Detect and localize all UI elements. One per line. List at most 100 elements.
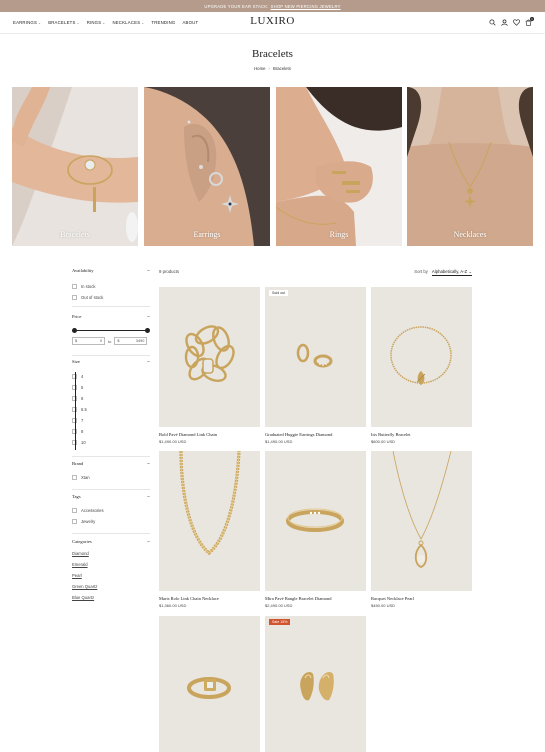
category-tile-earrings[interactable]: Earrings: [144, 87, 270, 246]
chevron-down-icon: ⌄: [468, 269, 472, 274]
necklaces-image: [407, 87, 533, 246]
filter-header[interactable]: Size −: [72, 359, 150, 366]
product-image[interactable]: [371, 451, 472, 591]
announcement-text: UPGRADE YOUR EAR STACK:: [204, 3, 269, 9]
category-link[interactable]: Emerald: [72, 562, 150, 573]
product-image[interactable]: Sold out: [265, 287, 366, 427]
product-name[interactable]: Bold Pavé Diamond Link Chain: [159, 432, 260, 437]
category-label: Bracelets: [60, 230, 90, 239]
category-label: Earrings: [193, 230, 221, 239]
breadcrumb-home[interactable]: Home: [254, 66, 265, 71]
divider: [72, 355, 150, 356]
filter-option-size[interactable]: 10: [72, 437, 150, 448]
filter-option-size[interactable]: 7: [72, 415, 150, 426]
product-price: $450.00 USD: [371, 603, 396, 608]
product-image[interactable]: Sale 15%: [265, 616, 366, 752]
filter-header[interactable]: Tags −: [72, 494, 150, 501]
category-link[interactable]: Blue Quartz: [72, 595, 150, 606]
checkbox[interactable]: [72, 295, 77, 300]
filter-header[interactable]: Availability −: [72, 268, 150, 275]
site-header: EARRINGS⌄ BRACELETS⌄ RINGS⌄ NECKLACES⌄ T…: [0, 12, 545, 34]
filter-header[interactable]: Brand −: [72, 461, 150, 468]
product-image[interactable]: [159, 287, 260, 427]
filter-availability: Availability − In stock Out of stock: [72, 268, 150, 303]
product-card[interactable]: Sold out Graduated Huggie Earrings Diamo…: [265, 287, 366, 444]
collapse-icon[interactable]: −: [147, 539, 150, 546]
product-image[interactable]: [371, 287, 472, 427]
category-label: Rings: [329, 230, 349, 239]
price-range-slider[interactable]: [72, 327, 150, 333]
checkbox[interactable]: [72, 284, 77, 289]
checkbox[interactable]: [72, 508, 77, 513]
product-image[interactable]: [159, 451, 260, 591]
product-card[interactable]: Mira Pavé Bangle Bracelet Diamond $2,490…: [265, 451, 366, 608]
filter-categories: Categories − Diamond Emerald Pearl Green …: [72, 539, 150, 606]
wishlist-icon[interactable]: [512, 18, 520, 26]
category-link[interactable]: Green Quartz: [72, 584, 150, 595]
product-image[interactable]: [265, 451, 366, 591]
filter-option-size[interactable]: 6: [72, 393, 150, 404]
search-icon[interactable]: [488, 18, 496, 26]
product-card[interactable]: Maris Rolo Link Chain Necklace $1,360.00…: [159, 451, 260, 608]
cart-icon[interactable]: 0: [524, 17, 534, 26]
logo[interactable]: LUXIRO: [0, 15, 545, 27]
product-price: $1,490.00 USD: [265, 439, 293, 444]
collapse-icon[interactable]: −: [147, 461, 150, 468]
product-card[interactable]: Bold Pavé Diamond Link Chain $1,490.00 U…: [159, 287, 260, 444]
slider-max-handle[interactable]: [145, 327, 150, 333]
category-tile-necklaces[interactable]: Necklaces: [407, 87, 533, 246]
cart-count-badge: 0: [530, 17, 534, 21]
filter-header[interactable]: Price −: [72, 314, 150, 321]
bracelets-image: [12, 87, 138, 246]
category-link[interactable]: Diamond: [72, 551, 150, 562]
announcement-link[interactable]: SHOP NEW PIERCING JEWELRY: [271, 4, 341, 9]
price-inputs: $0 to $3490: [72, 337, 150, 345]
filter-option-size[interactable]: 8: [72, 426, 150, 437]
product-card[interactable]: Iris Butterfly Bracelet $600.00 USD: [371, 287, 472, 444]
category-link[interactable]: Pearl: [72, 573, 150, 584]
sold-out-badge: Sold out: [269, 290, 289, 296]
product-name[interactable]: Maris Rolo Link Chain Necklace: [159, 596, 260, 601]
category-label: Necklaces: [453, 230, 487, 239]
product-image[interactable]: [159, 616, 260, 752]
product-name[interactable]: Iris Butterfly Bracelet: [371, 432, 472, 437]
price-min-field[interactable]: $0: [72, 337, 105, 345]
filter-option-brand[interactable]: Xtan: [72, 472, 150, 483]
product-card[interactable]: Sale 15%: [265, 616, 366, 752]
divider: [72, 456, 150, 457]
product-card[interactable]: Racquet Necklace Pearl $450.00 USD: [371, 451, 472, 608]
account-icon[interactable]: [500, 18, 508, 26]
product-name[interactable]: Racquet Necklace Pearl: [371, 596, 472, 601]
filter-option-size[interactable]: 4: [72, 371, 150, 382]
filter-option-in-stock[interactable]: In stock: [72, 281, 150, 292]
collapse-icon[interactable]: −: [147, 359, 150, 366]
filter-option-tag[interactable]: Accessories: [72, 505, 150, 516]
collapse-icon[interactable]: −: [147, 494, 150, 501]
filter-option-tag[interactable]: Jewelry: [72, 516, 150, 527]
sort-control: Sort by Alphabetically, A-Z ⌄: [414, 269, 472, 276]
breadcrumb-separator: ›: [268, 66, 270, 71]
sort-label: Sort by: [414, 269, 428, 274]
collapse-icon[interactable]: −: [147, 314, 150, 321]
product-card[interactable]: [159, 616, 260, 752]
sort-select[interactable]: Alphabetically, A-Z ⌄: [431, 269, 472, 276]
breadcrumb: Home › Bracelets: [0, 66, 545, 71]
filter-option-size[interactable]: 6.5: [72, 404, 150, 415]
slider-min-handle[interactable]: [72, 327, 77, 333]
divider: [72, 489, 150, 490]
filter-option-out-of-stock[interactable]: Out of stock: [72, 292, 150, 303]
page-title: Bracelets: [252, 48, 293, 60]
checkbox[interactable]: [72, 519, 77, 524]
price-max-field[interactable]: $3490: [114, 337, 148, 345]
product-price: $600.00 USD: [371, 439, 396, 444]
filter-option-size[interactable]: 5: [72, 382, 150, 393]
category-tile-rings[interactable]: Rings: [276, 87, 402, 246]
size-list-scrollbar[interactable]: [75, 372, 76, 450]
sale-badge: Sale 15%: [269, 619, 291, 625]
filter-header[interactable]: Categories −: [72, 539, 150, 546]
category-tile-bracelets[interactable]: Bracelets: [12, 87, 138, 246]
product-name[interactable]: Mira Pavé Bangle Bracelet Diamond: [265, 596, 366, 601]
checkbox[interactable]: [72, 475, 77, 480]
product-name[interactable]: Graduated Huggie Earrings Diamond: [265, 432, 366, 437]
collapse-icon[interactable]: −: [147, 268, 150, 275]
